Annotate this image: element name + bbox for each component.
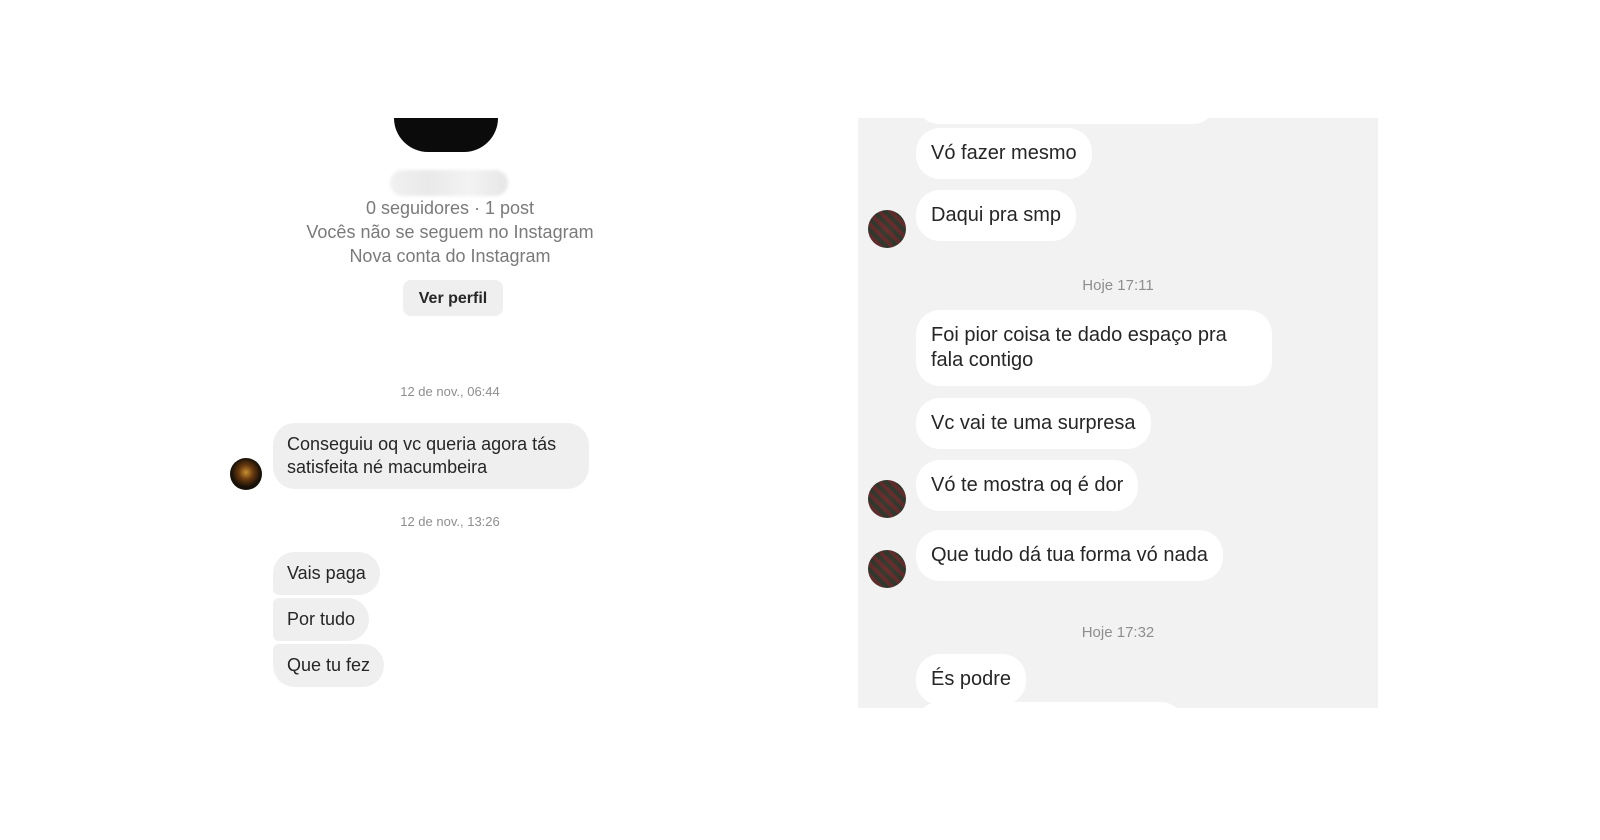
message-bubble[interactable]: Vó te mostra oq é dor	[916, 460, 1139, 511]
message-bubble[interactable]: Vó fazer mesmo	[916, 128, 1092, 179]
sender-avatar[interactable]	[868, 480, 906, 518]
message-timestamp: 12 de nov., 13:26	[400, 514, 500, 529]
sender-avatar[interactable]	[868, 550, 906, 588]
message-bubble[interactable]: Daqui pra smp	[916, 190, 1077, 241]
view-profile-button[interactable]: Ver perfil	[403, 280, 503, 316]
message-timestamp: Hoje 17:32	[1081, 624, 1155, 641]
clipped-message-bubble	[916, 702, 1184, 708]
clipped-message-bubble	[916, 118, 1216, 124]
message-bubble[interactable]: És podre	[916, 654, 1027, 705]
message-timestamp: Hoje 17:11	[1082, 277, 1154, 294]
message-bubble[interactable]: Que tu fez	[273, 644, 385, 687]
profile-account-note: Nova conta do Instagram	[349, 246, 551, 266]
message-bubble[interactable]: Vc vai te uma surpresa	[916, 398, 1151, 449]
screenshot-stage: 0 seguidores · 1 post Vocês não se segue…	[0, 0, 1600, 840]
profile-follow-status: Vocês não se seguem no Instagram	[306, 222, 594, 242]
message-bubble[interactable]: Conseguiu oq vc queria agora tás satisfe…	[273, 423, 589, 489]
sender-avatar[interactable]	[868, 210, 906, 248]
profile-avatar[interactable]	[394, 118, 498, 152]
message-bubble[interactable]: Vais paga	[273, 552, 380, 595]
message-bubble[interactable]: Que tudo dá tua forma vó nada	[916, 530, 1223, 581]
message-bubble[interactable]: Por tudo	[273, 598, 370, 641]
profile-followers-posts: 0 seguidores · 1 post	[365, 198, 535, 218]
left-chat-panel: 0 seguidores · 1 post Vocês não se segue…	[230, 118, 610, 718]
message-bubble[interactable]: Foi pior coisa te dado espaço pra fala c…	[916, 310, 1272, 386]
message-timestamp: 12 de nov., 06:44	[400, 384, 500, 399]
right-chat-panel: Vó fazer mesmo Daqui pra smp Hoje 17:11 …	[858, 118, 1378, 708]
profile-name-redacted	[390, 170, 508, 196]
sender-avatar[interactable]	[230, 458, 262, 490]
